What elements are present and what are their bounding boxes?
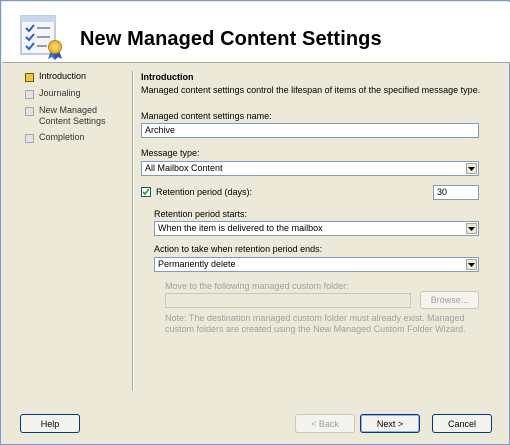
message-type-select[interactable]: All Mailbox Content (141, 161, 479, 176)
step-inactive-icon (25, 90, 34, 99)
step-inactive-icon (25, 134, 34, 143)
nav-step-completion[interactable]: Completion (25, 132, 137, 148)
nav-step-journaling[interactable]: Journaling (25, 88, 137, 104)
action-label: Action to take when retention period end… (154, 244, 323, 254)
retention-days-field[interactable]: 30 (433, 185, 479, 200)
message-type-value: All Mailbox Content (145, 163, 223, 173)
name-label: Managed content settings name: (141, 111, 272, 121)
retention-starts-value: When the item is delivered to the mailbo… (158, 223, 323, 233)
nav-step-new-managed-content-settings[interactable]: New Managed Content Settings (25, 105, 137, 131)
move-folder-label: Move to the following managed custom fol… (165, 281, 349, 291)
nav-step-label: Introduction (39, 71, 87, 81)
message-type-label: Message type: (141, 148, 200, 158)
section-description: Managed content settings control the lif… (141, 85, 481, 95)
checkmark-icon (142, 188, 150, 196)
nav-step-label: Journaling (39, 88, 81, 98)
next-button[interactable]: Next > (360, 414, 420, 433)
back-button[interactable]: < Back (295, 414, 355, 433)
nav-divider (132, 71, 134, 391)
move-folder-field[interactable] (165, 293, 411, 308)
nav-step-introduction[interactable]: Introduction (25, 71, 137, 87)
retention-action-select[interactable]: Permanently delete (154, 257, 479, 272)
note-text: Note: The destination managed custom fol… (165, 313, 466, 334)
nav-step-label: Completion (39, 132, 85, 142)
wizard-header: New Managed Content Settings (2, 2, 510, 63)
retention-action-value: Permanently delete (158, 259, 236, 269)
name-field[interactable]: Archive (141, 123, 479, 138)
nav-step-label: New Managed Content Settings (39, 105, 106, 126)
browse-button[interactable]: Browse... (420, 291, 479, 309)
retention-starts-select[interactable]: When the item is delivered to the mailbo… (154, 221, 479, 236)
section-title: Introduction (141, 72, 194, 82)
chevron-down-icon[interactable] (466, 223, 477, 234)
chevron-down-icon[interactable] (466, 259, 477, 270)
retention-checkbox[interactable] (141, 187, 151, 197)
checklist-certificate-icon (19, 14, 65, 60)
page-title: New Managed Content Settings (80, 28, 382, 50)
wizard-window: New Managed Content Settings Introductio… (0, 0, 510, 445)
step-active-icon (25, 73, 34, 82)
wizard-steps-nav: Introduction Journaling New Managed Cont… (25, 71, 137, 149)
help-button[interactable]: Help (20, 414, 80, 433)
chevron-down-icon[interactable] (466, 163, 477, 174)
cancel-button[interactable]: Cancel (432, 414, 492, 433)
retention-label: Retention period (days): (156, 187, 253, 197)
starts-label: Retention period starts: (154, 209, 248, 219)
step-inactive-icon (25, 107, 34, 116)
